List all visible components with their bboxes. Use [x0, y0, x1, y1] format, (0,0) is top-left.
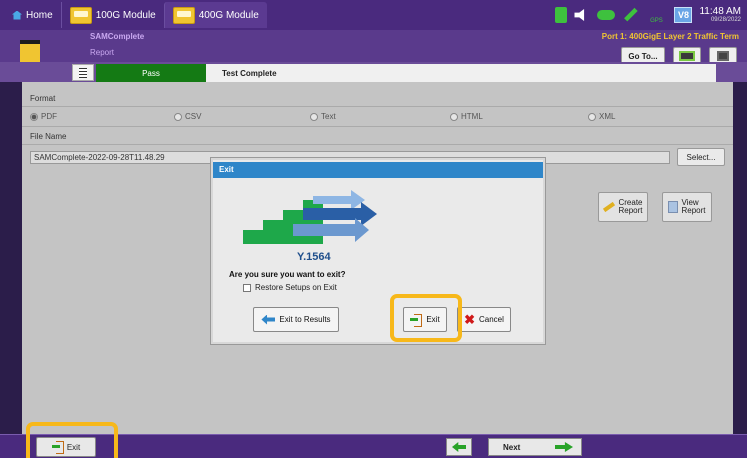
create-report-button[interactable]: Create Report: [598, 192, 648, 222]
y1564-logo: Y.1564: [243, 190, 377, 263]
divider: [22, 106, 733, 107]
previous-button[interactable]: [446, 438, 472, 456]
format-option-label: XML: [599, 112, 616, 121]
format-option-pdf[interactable]: PDF: [30, 112, 57, 121]
close-icon: ✖: [464, 312, 475, 327]
radio-icon: [450, 112, 458, 121]
cancel-button[interactable]: ✖ Cancel: [457, 307, 511, 332]
clock: 11:48 AM 09/28/2022: [699, 5, 741, 24]
format-label: Format: [30, 94, 56, 103]
gps-icon[interactable]: GPS: [645, 6, 667, 24]
format-option-html[interactable]: HTML: [450, 112, 483, 121]
view-report-button[interactable]: View Report: [662, 192, 712, 222]
highlight-exit-button: [390, 294, 462, 342]
doc-button[interactable]: [72, 64, 94, 81]
back-arrow-icon: [261, 314, 276, 325]
v8-icon[interactable]: V8: [674, 7, 693, 23]
select-button[interactable]: Select...: [677, 148, 725, 166]
dialog-message: Are you sure you want to exit?: [229, 270, 346, 279]
volume-icon[interactable]: [574, 9, 585, 21]
divider: [22, 144, 733, 145]
arrow-right-icon: [555, 442, 573, 452]
tab-label: 100G Module: [95, 9, 156, 21]
restore-setups-checkbox[interactable]: Restore Setups on Exit: [243, 283, 337, 292]
cancel-label: Cancel: [479, 315, 504, 324]
app-title: SAMComplete: [90, 32, 145, 41]
file-name-label: File Name: [30, 132, 67, 141]
gps-label: GPS: [650, 18, 663, 24]
status-icons: GPS V8 11:48 AM 09/28/2022: [555, 6, 747, 24]
pass-badge: Pass: [96, 64, 206, 82]
home-tab[interactable]: Home: [0, 0, 61, 30]
radio-icon: [588, 112, 596, 121]
test-status: Test Complete: [206, 64, 716, 82]
view-doc-icon: [668, 201, 679, 213]
module-icon: [69, 6, 92, 24]
camera-icon: [717, 51, 729, 61]
clock-date: 09/28/2022: [710, 17, 741, 24]
checkbox-icon: [243, 283, 251, 292]
format-option-text[interactable]: Text: [310, 112, 336, 121]
module-icon: [172, 6, 195, 24]
divider: [22, 126, 733, 127]
clock-time: 11:48 AM: [699, 5, 741, 17]
tab-400g-module[interactable]: 400G Module: [163, 2, 267, 28]
next-button[interactable]: Next: [488, 438, 582, 456]
logo-text: Y.1564: [297, 251, 332, 263]
battery-icon[interactable]: [555, 7, 568, 23]
top-bar: Home 100G Module 400G Module GPS V8 11:4…: [0, 0, 747, 30]
home-label: Home: [26, 9, 53, 21]
create-report-label: Create Report: [618, 198, 643, 215]
exit-to-results-label: Exit to Results: [279, 315, 331, 324]
format-option-csv[interactable]: CSV: [174, 112, 201, 121]
highlight-bottom-exit: [26, 422, 118, 458]
logo-stairs: [243, 200, 323, 244]
pencil-icon: [603, 201, 616, 213]
tools-icon[interactable]: [624, 7, 638, 22]
tab-100g-module[interactable]: 100G Module: [60, 2, 164, 28]
format-option-xml[interactable]: XML: [588, 112, 615, 121]
checkbox-label: Restore Setups on Exit: [255, 283, 337, 292]
radio-icon: [174, 112, 182, 121]
format-option-label: HTML: [461, 112, 483, 121]
cloud-icon[interactable]: [597, 10, 616, 20]
next-label: Next: [503, 442, 521, 452]
section-title: Report: [90, 48, 115, 57]
exit-to-results-button[interactable]: Exit to Results: [253, 307, 339, 332]
view-report-label: View Report: [681, 198, 706, 215]
radio-icon: [30, 112, 38, 121]
format-option-label: CSV: [185, 112, 202, 121]
port-info: Port 1: 400GigE Layer 2 Traffic Term: [601, 32, 739, 41]
radio-icon: [310, 112, 318, 121]
arrow-left-icon: [452, 442, 466, 452]
document-icon: [79, 67, 87, 78]
format-option-label: Text: [321, 112, 336, 121]
tab-label: 400G Module: [198, 9, 259, 21]
home-icon: [12, 10, 22, 20]
status-strip: Pass Test Complete: [0, 62, 747, 82]
dialog-title: Exit: [213, 162, 543, 178]
exit-dialog: Exit Y.1564 Are you sure you want to exi…: [211, 158, 545, 344]
screen-icon: [679, 51, 695, 61]
format-option-label: PDF: [41, 112, 57, 121]
